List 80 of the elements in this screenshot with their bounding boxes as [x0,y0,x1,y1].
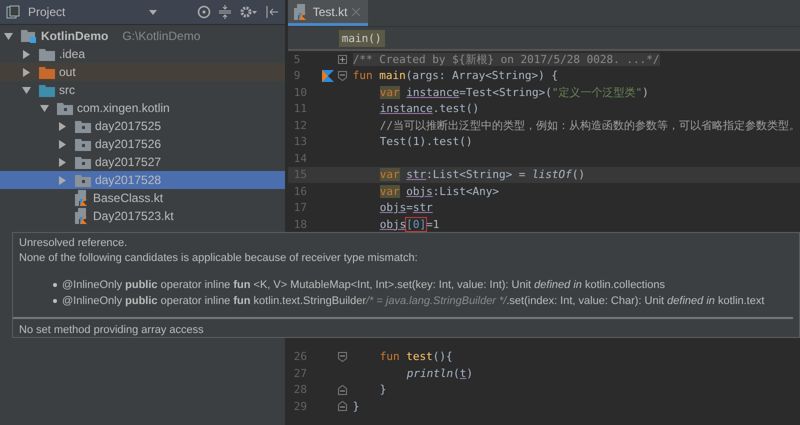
settings-icon[interactable] [238,5,257,19]
line-number: 13 [292,135,308,148]
tree-item-label[interactable]: src [59,83,75,97]
tooltip-title: Unresolved reference. [19,236,128,251]
line-number: 18 [292,218,308,231]
project-icon [6,5,20,19]
line-number: 26 [292,350,308,364]
module-icon [21,29,37,43]
expanded-arrow-icon[interactable] [40,104,49,112]
module-path: G:\KotlinDemo [122,29,200,43]
kotlin-file-icon [75,208,89,224]
line-number: 14 [292,152,308,165]
line-number: 9 [292,69,302,82]
fold-end-icon[interactable] [338,384,348,395]
dropdown-caret-icon[interactable] [148,10,157,14]
folder-icon [39,66,55,78]
collapsed-arrow-icon[interactable] [22,50,31,58]
tree-item-label[interactable]: day2017525 [95,119,162,133]
line-number: 29 [292,400,308,413]
tree-item-label[interactable]: out [59,65,76,79]
collapsed-arrow-icon[interactable] [22,68,31,76]
line-number: 11 [292,102,308,116]
collapsed-arrow-icon[interactable] [58,122,67,130]
bullet-icon [53,283,57,287]
code-line: var instance=Test<String>("定义一个泛型类") [380,84,649,100]
folder-icon [39,48,55,60]
code-line: objs=str [380,201,433,214]
fold-end-icon[interactable] [338,401,348,412]
kotlin-file-icon [294,4,308,20]
collapsed-arrow-icon[interactable] [58,140,67,148]
bullet-icon [53,299,57,303]
tree-item-label[interactable]: BaseClass.kt [93,191,164,205]
code-line: var str:List<String> = listOf() [380,168,586,182]
tree-item-label[interactable]: day2017527 [95,155,162,169]
code-line: fun main(args: Array<String>) { [352,69,558,82]
file-tab[interactable]: Test.kt [288,0,368,26]
fold-start-icon[interactable] [338,352,348,362]
target-icon[interactable] [196,5,211,19]
line-number: 12 [292,118,308,132]
folder-icon [39,84,55,96]
collapse-all-icon[interactable] [218,5,231,19]
kotlin-run-icon[interactable] [322,70,334,82]
candidate-signature: @InlineOnly public operator inline fun kotlin.text.StringBuilder/* = java.lang.StringBuilder */.set(index: Int, value: Char): Unit defined in kotlin.text [62,294,764,309]
package-icon [75,174,91,186]
line-number: 5 [292,52,302,66]
line-number: 27 [292,366,308,380]
code-line: instance.test() [380,102,480,116]
package-icon [57,102,73,114]
line-number: 17 [292,201,308,214]
tree-item-label[interactable]: Day2017523.kt [93,209,174,223]
code-line: } [352,400,360,413]
package-icon [75,138,91,150]
line-number: 28 [292,383,308,396]
code-line: } [380,383,386,396]
tooltip-footer: No set method providing array access [19,323,793,338]
collapsed-arrow-icon[interactable] [58,158,67,166]
line-number: 10 [292,86,308,99]
code-line: println(t) [406,366,473,380]
package-icon [75,120,91,132]
line-number: 16 [292,184,308,198]
tooltip-message: None of the following candidates is applicable because of receiver type mismatch: [19,251,419,266]
package-icon [75,156,91,168]
panel-title: Project [28,5,66,19]
code-line: objs[0]=1 [380,218,440,231]
expand-fold-icon[interactable] [338,54,348,64]
code-line: Test(1).test() [380,135,472,148]
tree-item-label[interactable]: com.xingen.kotlin [77,101,170,115]
tree-item-label[interactable]: KotlinDemo [41,29,108,43]
expanded-arrow-icon[interactable] [4,32,13,40]
fold-start-icon[interactable] [338,70,348,81]
breadcrumb[interactable]: main() [338,30,384,46]
kotlin-file-icon [75,190,89,206]
tree-item-label[interactable]: day2017526 [95,137,162,151]
tree-item-label[interactable]: .idea [59,47,86,61]
candidate-signature: @InlineOnly public operator inline fun <K, V> MutableMap<Int, Int>.set(key: Int, value: Int): Unit defined in kotlin.collections [62,278,666,293]
code-line: //当可以推断出泛型中的类型，例如：从构造函数的参数等，可以省略指定参数类型。 [380,118,800,133]
hide-panel-icon[interactable] [264,5,279,19]
expanded-arrow-icon[interactable] [22,86,31,94]
code-line: fun test(){ [380,350,453,364]
code-line: var objs:List<Any> [380,184,499,198]
